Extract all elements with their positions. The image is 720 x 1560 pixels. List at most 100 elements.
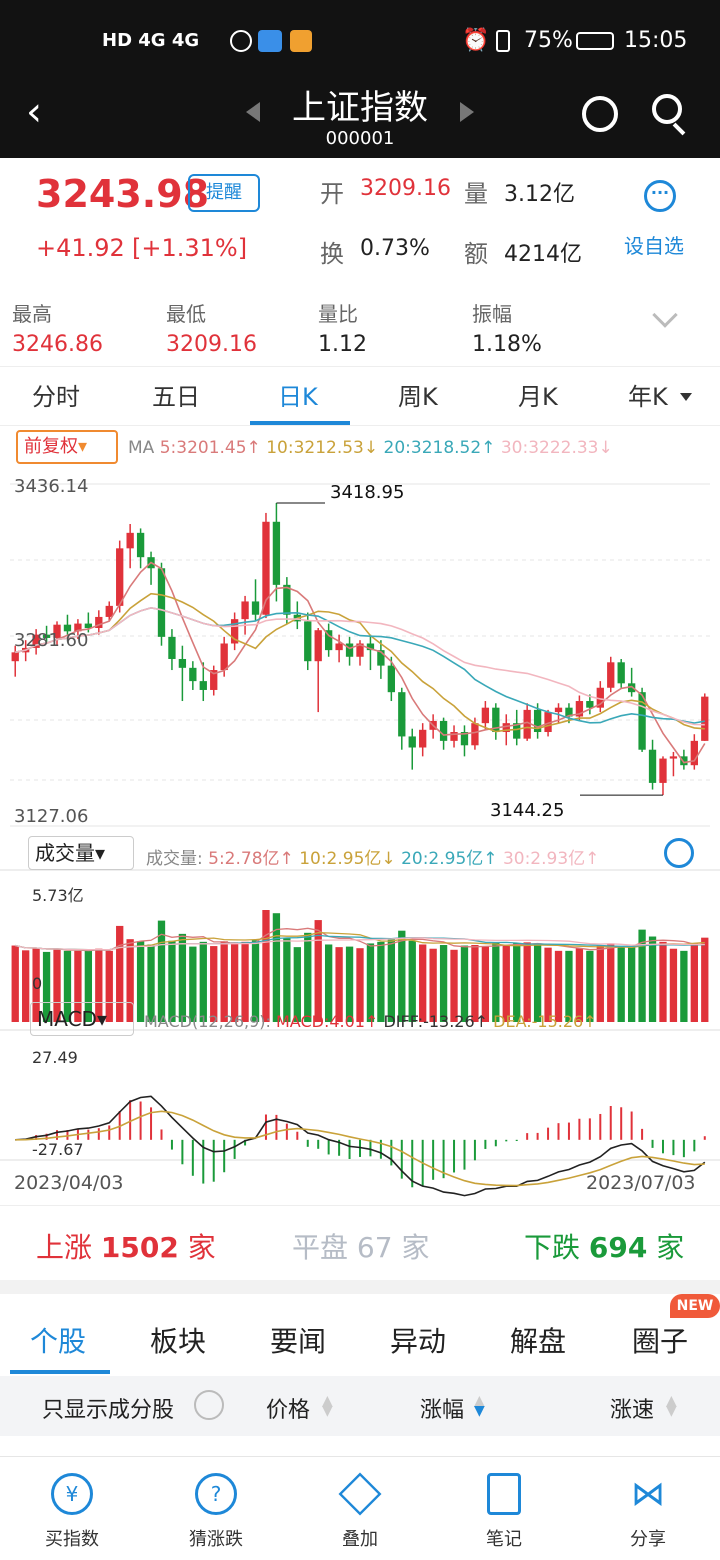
price-axis-mid: 3281.60 (14, 630, 89, 651)
volume-bar (199, 941, 207, 1022)
volume-bar (575, 948, 584, 1022)
notes-button[interactable]: 笔记 (454, 1467, 554, 1551)
remind-button[interactable]: 提醒 (188, 174, 260, 212)
high-label: 最高 (12, 302, 52, 326)
guess-label: 猜涨跌 (189, 1529, 243, 1550)
flat-count: 平盘 67 家 (292, 1226, 429, 1266)
more-icon[interactable]: ··· (644, 180, 676, 212)
macd-indicator-label: MACD (37, 1007, 97, 1031)
constituents-only-label: 只显示成分股 (42, 1398, 175, 1423)
macd-indicator-dropdown[interactable]: MACD▾ (30, 1002, 134, 1036)
candle-body (178, 658, 187, 668)
next-index-icon[interactable] (460, 102, 474, 122)
volume-bar (627, 946, 636, 1022)
turnover-label: 换 (320, 240, 344, 268)
candle-body (701, 696, 709, 741)
stock-filter-bar: 只显示成分股 价格 ▲ ▼ 涨幅 ▲ ▼ 涨速 ▲ ▼ (0, 1376, 720, 1436)
overlay-button[interactable]: 叠加 (310, 1467, 410, 1551)
volume-bar (377, 941, 385, 1022)
overlay-label: 叠加 (342, 1529, 378, 1550)
volume-bar (429, 948, 437, 1022)
turnover-value: 0.73% (360, 236, 430, 261)
buy-index-label: 买指数 (45, 1529, 99, 1550)
expand-chevron-icon[interactable] (652, 302, 678, 328)
volume-bar (178, 933, 187, 1022)
candle-body (398, 692, 406, 737)
ma10-value: 10:3212.53↓ (266, 438, 379, 458)
tab-dropdown-icon[interactable] (680, 393, 692, 401)
back-icon[interactable]: ‹ (26, 92, 42, 132)
constituents-only-checkbox[interactable] (194, 1390, 224, 1420)
low-value: 3209.16 (166, 332, 257, 357)
sync-icon (230, 30, 252, 52)
volume-legend: 成交量: 5:2.78亿↑ 10:2.95亿↓ 20:2.95亿↑ 30:2.9… (146, 844, 599, 869)
tab-sectors[interactable]: 板块 (150, 1320, 206, 1360)
candle-body (471, 723, 479, 746)
flat-unit: 家 (401, 1231, 430, 1264)
volume-bar (387, 939, 395, 1022)
volume-bar (230, 942, 239, 1022)
candle-body (387, 665, 395, 693)
buy-index-button[interactable]: ¥ 买指数 (22, 1467, 122, 1551)
down-unit: 家 (656, 1231, 685, 1264)
settings-gear-icon[interactable] (664, 838, 694, 868)
vol5-value: 5:2.78亿↑ (208, 849, 294, 869)
tab-community[interactable]: 圈子 (632, 1320, 688, 1360)
candle-body (304, 621, 312, 662)
adjust-dropdown[interactable]: 前复权▾ (16, 430, 118, 464)
tab-five-day[interactable]: 五日 (152, 377, 200, 412)
tab-yearly-k[interactable]: 年K (628, 377, 668, 412)
volume-bar (335, 947, 343, 1022)
share-button[interactable]: ⋈ 分享 (598, 1467, 698, 1551)
signal-icons: HD 4G 4G (102, 30, 200, 51)
guess-button[interactable]: ? 猜涨跌 (166, 1467, 266, 1551)
volume-bar (220, 941, 228, 1022)
tab-daily-k[interactable]: 日K (278, 377, 318, 412)
macd-value: MACD:4.01↑ (276, 1012, 379, 1031)
candle-body (11, 652, 19, 662)
amount-value: 4214亿 (504, 242, 582, 267)
tab-intraday[interactable]: 分时 (32, 377, 80, 412)
new-badge: NEW (670, 1294, 720, 1318)
vibrate-icon (496, 30, 510, 52)
candle-body (439, 720, 448, 741)
sort-change[interactable]: 涨幅 (420, 1392, 464, 1424)
candle-body (554, 707, 563, 713)
candle-body (669, 756, 678, 759)
tab-news[interactable]: 要闻 (270, 1320, 326, 1360)
candle-body (157, 568, 166, 637)
tab-stocks[interactable]: 个股 (30, 1320, 86, 1360)
sort-price[interactable]: 价格 (266, 1392, 310, 1424)
volume-bar (325, 944, 333, 1022)
tab-monthly-k[interactable]: 月K (518, 377, 558, 412)
kline-chart-area[interactable]: 前复权▾ MA 5:3201.45↑ 10:3212.53↓ 20:3218.5… (0, 426, 720, 1206)
volume-bar (492, 942, 500, 1022)
search-icon[interactable] (652, 94, 682, 124)
tab-analysis[interactable]: 解盘 (510, 1320, 566, 1360)
sort-speed-icon: ▲ ▼ (666, 1393, 677, 1419)
candle-body (335, 643, 343, 651)
candle-body (586, 701, 594, 708)
candle-body (136, 532, 145, 558)
up-number: 1502 (100, 1231, 179, 1264)
content-tab-indicator (10, 1370, 110, 1374)
tab-weekly-k[interactable]: 周K (398, 377, 438, 412)
tab-movers[interactable]: 异动 (390, 1320, 446, 1360)
add-watchlist-button[interactable]: 设自选 (624, 230, 684, 259)
volume-bar (701, 937, 709, 1022)
volume-indicator-label: 成交量 (35, 841, 95, 865)
prev-index-icon[interactable] (246, 102, 260, 122)
down-label: 下跌 (524, 1231, 581, 1264)
volume-bar (523, 942, 531, 1022)
open-value: 3209.16 (360, 176, 451, 201)
price-axis-bottom: 3127.06 (14, 806, 89, 827)
volume-indicator-dropdown[interactable]: 成交量▾ (28, 836, 134, 870)
candle-body (105, 605, 113, 617)
customer-service-icon[interactable] (582, 96, 618, 132)
sort-speed[interactable]: 涨速 (610, 1392, 654, 1424)
battery-icon (576, 32, 614, 50)
volume-legend-label: 成交量: (146, 849, 203, 869)
macd-axis-bottom: -27.67 (32, 1140, 84, 1159)
candle-body (659, 758, 667, 783)
candle-body (314, 630, 322, 662)
